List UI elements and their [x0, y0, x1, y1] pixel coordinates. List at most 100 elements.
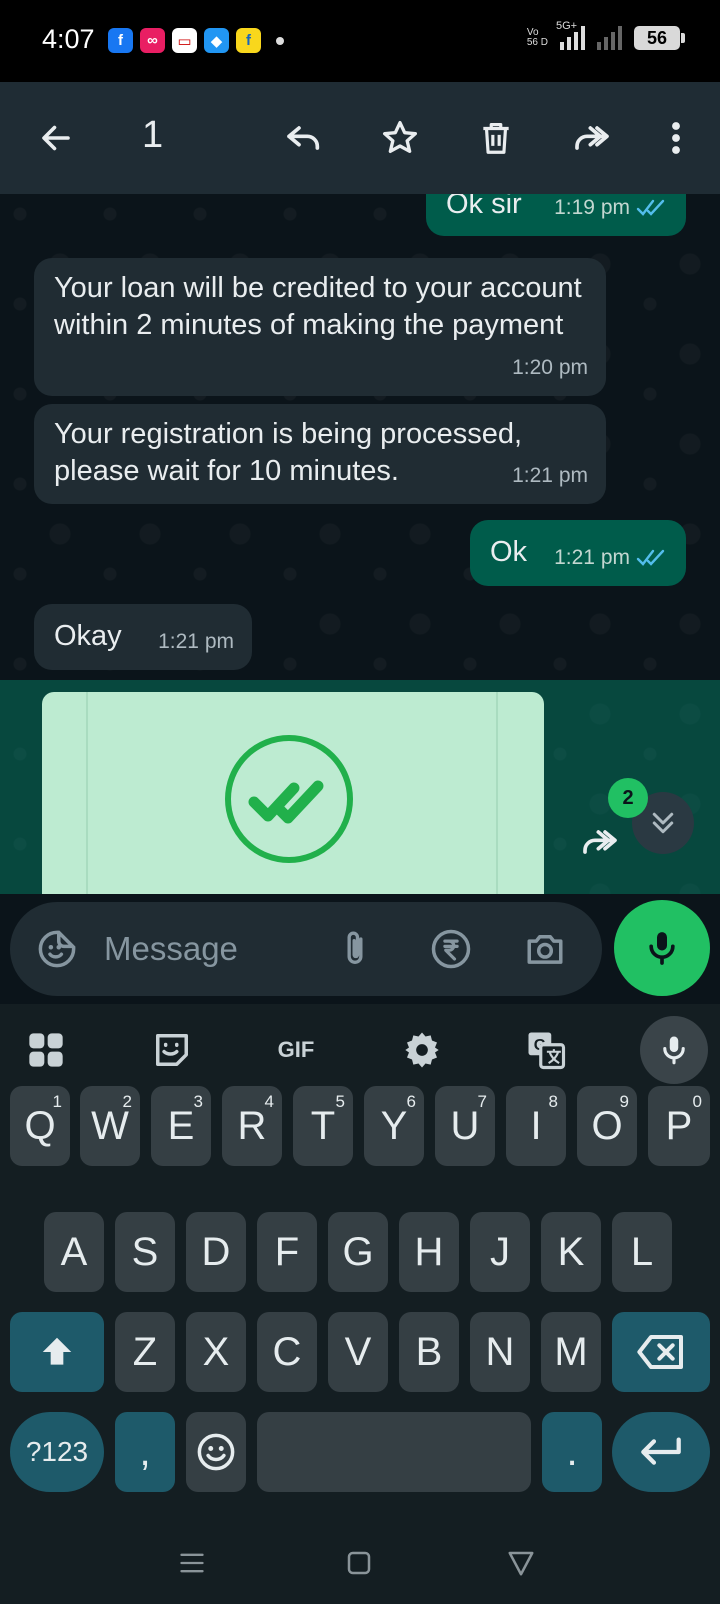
key-p[interactable]: P0 [648, 1086, 710, 1166]
key-i[interactable]: I8 [506, 1086, 566, 1166]
unread-count-badge: 2 [608, 778, 648, 818]
key-label: R [237, 1103, 267, 1148]
key-h[interactable]: H [399, 1212, 459, 1292]
message-meta: 1:21 pm [512, 457, 588, 494]
double-tick-icon [636, 199, 665, 216]
message-meta: 1:21 pm [554, 539, 668, 576]
sticker-icon[interactable] [140, 1018, 204, 1082]
double-tick-icon [636, 549, 665, 566]
app-notification-icon: ∞ [140, 28, 165, 53]
key-l[interactable]: L [612, 1212, 672, 1292]
backspace-key[interactable] [612, 1312, 710, 1392]
rupee-payment-icon[interactable] [426, 924, 476, 974]
key-x[interactable]: X [186, 1312, 246, 1392]
message-text: Okay [54, 620, 122, 652]
key-e[interactable]: E3 [151, 1086, 211, 1166]
message-input[interactable] [102, 924, 326, 974]
message-bubble-outgoing[interactable]: Ok sir 1:19 pm [426, 194, 686, 236]
message-meta: 1:21 pm [158, 623, 234, 660]
key-d[interactable]: D [186, 1212, 246, 1292]
delete-icon[interactable] [470, 112, 522, 164]
forward-shortcut-icon[interactable] [578, 822, 622, 867]
shift-key[interactable] [10, 1312, 104, 1392]
emoji-icon [197, 1433, 235, 1471]
selection-toolbar: 1 [0, 82, 720, 194]
key-o[interactable]: O9 [577, 1086, 637, 1166]
back-arrow-icon[interactable] [30, 112, 82, 164]
space-key[interactable] [257, 1412, 531, 1492]
back-nav-icon[interactable] [506, 1548, 536, 1578]
keyboard-voice-input-icon[interactable] [640, 1016, 708, 1084]
key-j[interactable]: J [470, 1212, 530, 1292]
message-composer [10, 902, 602, 996]
key-r[interactable]: R4 [222, 1086, 282, 1166]
comma-key[interactable]: , [115, 1412, 175, 1492]
key-hint: 7 [477, 1092, 487, 1111]
message-text: Your loan will be credited to your accou… [54, 272, 582, 341]
chat-area[interactable]: Ok sir 1:19 pm Your loan will be credite… [0, 194, 720, 894]
battery-level: 56 [646, 27, 668, 48]
more-options-icon[interactable] [650, 112, 702, 164]
key-hint: 2 [122, 1092, 132, 1111]
flipkart-icon: f [236, 28, 261, 53]
symbols-key[interactable]: ?123 [10, 1412, 104, 1492]
settings-gear-icon[interactable] [390, 1018, 454, 1082]
message-bubble-incoming[interactable]: Your loan will be credited to your accou… [34, 258, 606, 396]
check-circle-icon [225, 735, 353, 863]
key-n[interactable]: N [470, 1312, 530, 1392]
key-hint: 1 [52, 1092, 62, 1111]
double-chevron-down-icon [652, 812, 674, 834]
keyboard-toolbar: GIF G [0, 1004, 720, 1096]
emoji-key[interactable] [186, 1412, 246, 1492]
selected-count: 1 [142, 114, 164, 156]
message-time: 1:21 pm [158, 630, 234, 653]
message-bubble-incoming[interactable]: Okay 1:21 pm [34, 604, 252, 670]
message-time: 1:19 pm [554, 196, 630, 219]
key-q[interactable]: Q1 [10, 1086, 70, 1166]
attach-icon[interactable] [330, 924, 380, 974]
translate-icon[interactable]: G [514, 1018, 578, 1082]
period-key[interactable]: . [542, 1412, 602, 1492]
key-s[interactable]: S [115, 1212, 175, 1292]
key-hint: 0 [692, 1092, 702, 1111]
sticker-icon[interactable] [32, 924, 82, 974]
more-notifications-dot [276, 36, 284, 45]
key-label: Q [24, 1103, 56, 1148]
key-b[interactable]: B [399, 1312, 459, 1392]
key-k[interactable]: K [541, 1212, 601, 1292]
key-y[interactable]: Y6 [364, 1086, 424, 1166]
key-w[interactable]: W2 [80, 1086, 140, 1166]
enter-key[interactable] [612, 1412, 710, 1492]
forward-icon[interactable] [566, 112, 618, 164]
key-hint: 3 [193, 1092, 203, 1111]
key-c[interactable]: C [257, 1312, 317, 1392]
message-bubble-incoming[interactable]: Your registration is being processed, pl… [34, 404, 606, 504]
message-bubble-outgoing[interactable]: Ok 1:21 pm [470, 520, 686, 586]
key-z[interactable]: Z [115, 1312, 175, 1392]
gif-button[interactable]: GIF [264, 1018, 328, 1082]
key-t[interactable]: T5 [293, 1086, 353, 1166]
key-hint: 9 [619, 1092, 629, 1111]
message-text: Ok [490, 536, 528, 568]
key-v[interactable]: V [328, 1312, 388, 1392]
key-hint: 8 [548, 1092, 558, 1111]
notification-icons: f ∞ ▭ ◆ f [108, 28, 284, 53]
key-m[interactable]: M [541, 1312, 601, 1392]
home-nav-icon[interactable] [344, 1548, 374, 1578]
key-label: U [450, 1103, 480, 1148]
voice-message-button[interactable] [614, 900, 710, 996]
image-message[interactable] [42, 692, 544, 894]
apps-grid-icon[interactable] [14, 1018, 78, 1082]
menu-nav-icon[interactable] [178, 1548, 206, 1578]
star-icon[interactable] [374, 112, 426, 164]
key-f[interactable]: F [257, 1212, 317, 1292]
reply-icon[interactable] [278, 112, 330, 164]
status-time: 4:07 [42, 24, 95, 54]
key-g[interactable]: G [328, 1212, 388, 1292]
key-u[interactable]: U7 [435, 1086, 495, 1166]
key-label: I [530, 1103, 542, 1148]
camera-icon[interactable] [520, 924, 570, 974]
enter-arrow-icon [641, 1437, 681, 1465]
signal-icon: 5G+ [556, 20, 585, 50]
key-a[interactable]: A [44, 1212, 104, 1292]
